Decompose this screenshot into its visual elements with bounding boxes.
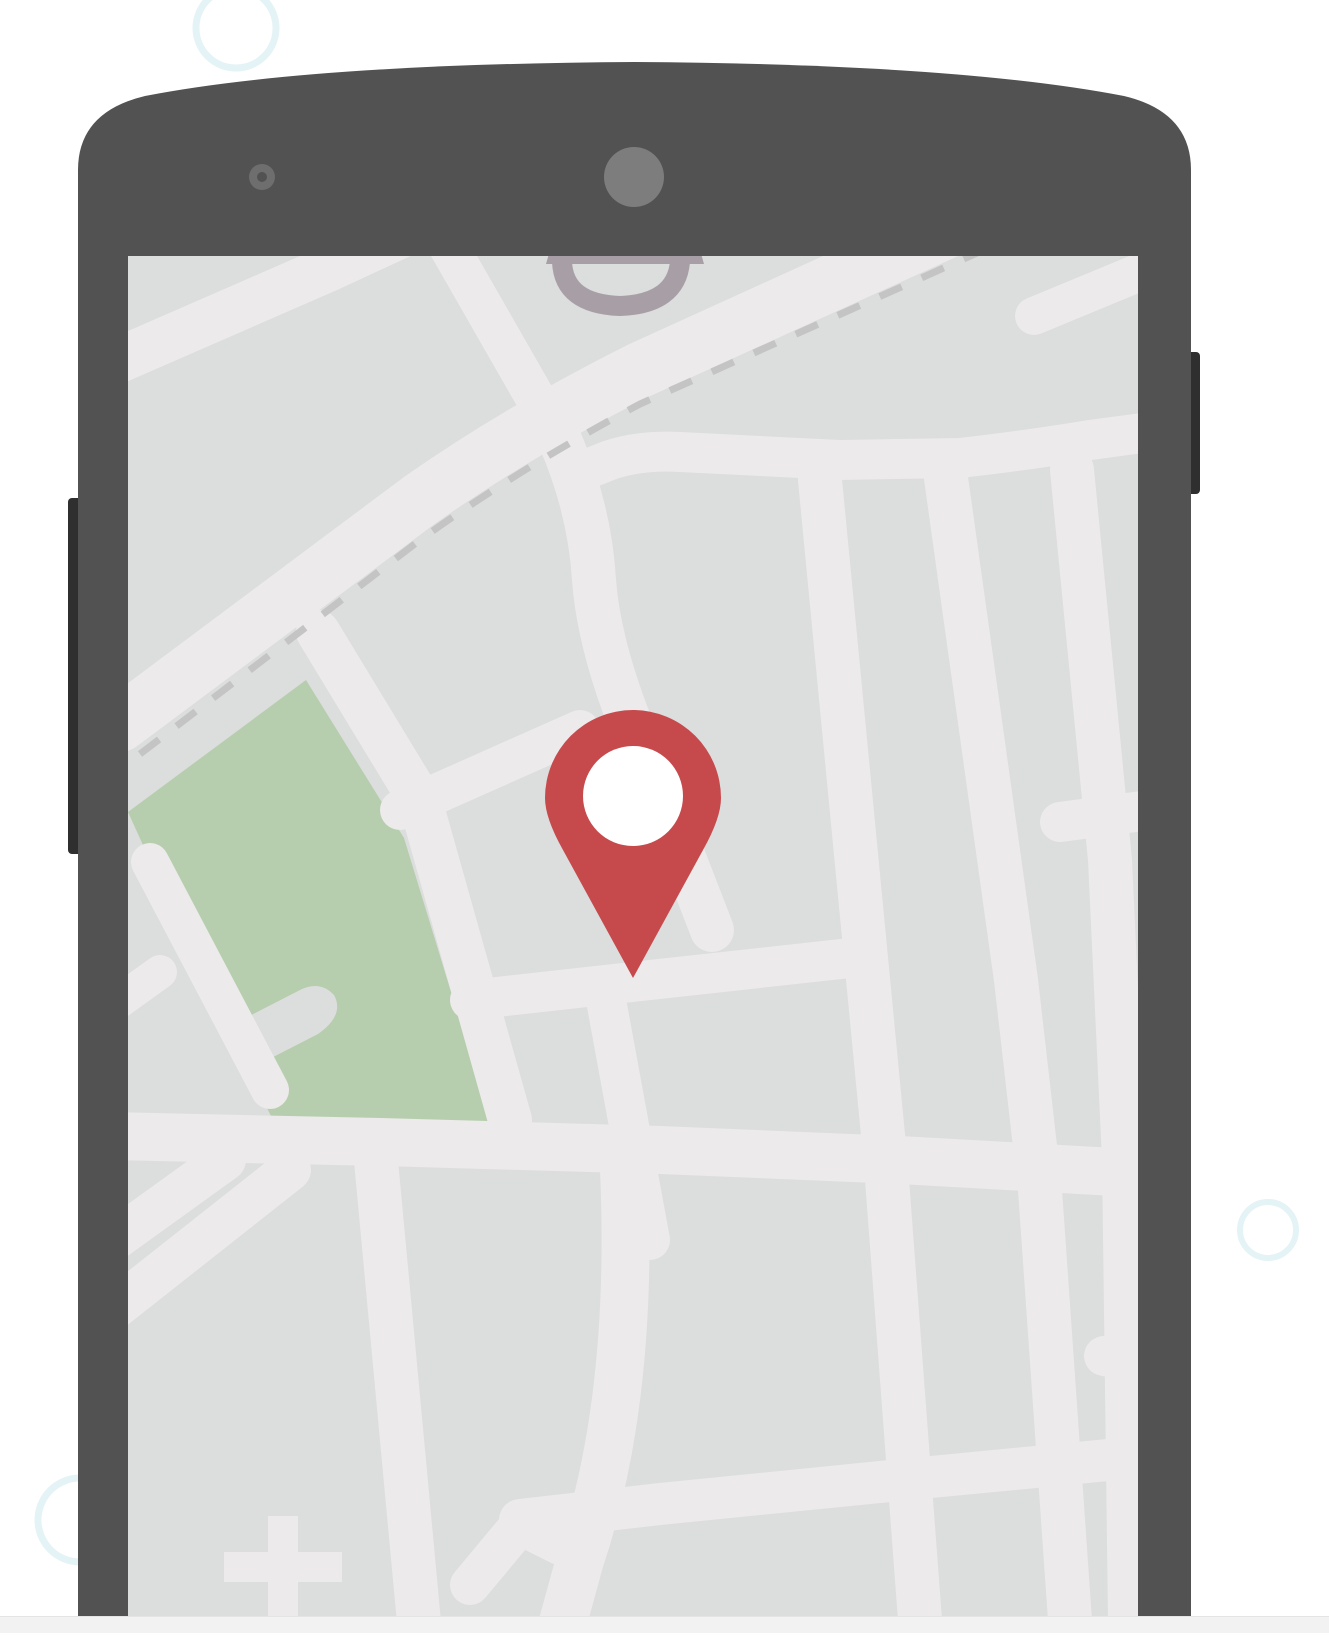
illustration: [0, 0, 1329, 1633]
sensor-dot: [257, 172, 267, 182]
bottom-edge: [0, 1616, 1329, 1633]
phone-map-illustration: [34, 0, 1299, 1633]
road: [1040, 791, 1138, 842]
decorative-bubble: [1237, 1199, 1299, 1261]
pin-center-dot: [583, 746, 683, 846]
front-camera-icon: [604, 147, 664, 207]
decorative-bubble: [192, 0, 280, 72]
